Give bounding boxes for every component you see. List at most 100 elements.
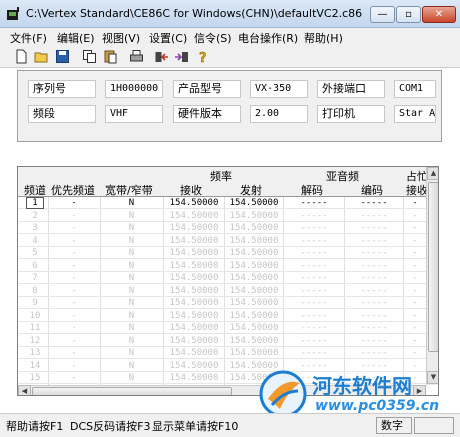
cell-rx[interactable]: 154.50000	[164, 260, 224, 272]
table-row[interactable]: 7- N 154.50000 154.50000 ----- ----- -	[18, 272, 428, 284]
cell-decode[interactable]: -----	[284, 197, 344, 209]
cell-encode[interactable]: -----	[344, 247, 404, 259]
cell-encode[interactable]: -----	[344, 235, 404, 247]
minimize-button[interactable]: —	[370, 6, 395, 23]
cell-encode[interactable]: -----	[344, 260, 404, 272]
cell-busy[interactable]: -	[404, 310, 426, 322]
cell-bandwidth[interactable]: N	[100, 222, 163, 234]
scroll-left-icon[interactable]: ◀	[18, 385, 31, 395]
table-row[interactable]: 2- N 154.50000 154.50000 ----- ----- -	[18, 210, 428, 222]
cell-bandwidth[interactable]: N	[100, 210, 163, 222]
cell-bandwidth[interactable]: N	[100, 322, 163, 334]
cell-bandwidth[interactable]: N	[100, 285, 163, 297]
read-radio-icon[interactable]	[152, 48, 170, 65]
cell-rx[interactable]: 154.50000	[164, 222, 224, 234]
cell-tx[interactable]: 154.50000	[224, 335, 284, 347]
cell-channel[interactable]: 8	[26, 285, 44, 297]
cell-tx[interactable]: 154.50000	[224, 272, 284, 284]
cell-busy[interactable]: -	[404, 197, 426, 209]
cell-tx[interactable]: 154.50000	[224, 297, 284, 309]
cell-priority[interactable]: -	[48, 372, 100, 384]
cell-priority[interactable]: -	[48, 235, 100, 247]
cell-tx[interactable]: 154.50000	[224, 210, 284, 222]
cell-bandwidth[interactable]: N	[100, 235, 163, 247]
cell-channel[interactable]: 14	[26, 360, 44, 372]
cell-encode[interactable]: -----	[344, 297, 404, 309]
help-icon[interactable]: ?	[193, 48, 211, 65]
table-row[interactable]: 5- N 154.50000 154.50000 ----- ----- -	[18, 247, 428, 259]
cell-channel[interactable]: 2	[26, 210, 44, 222]
cell-tx[interactable]: 154.50000	[224, 222, 284, 234]
cell-decode[interactable]: -----	[284, 210, 344, 222]
cell-channel[interactable]: 13	[26, 347, 44, 359]
close-button[interactable]: ✕	[422, 6, 456, 23]
cell-priority[interactable]: -	[48, 247, 100, 259]
cell-decode[interactable]: -----	[284, 260, 344, 272]
cell-encode[interactable]: -----	[344, 335, 404, 347]
cell-rx[interactable]: 154.50000	[164, 335, 224, 347]
table-row[interactable]: 9- N 154.50000 154.50000 ----- ----- -	[18, 297, 428, 309]
cell-channel[interactable]: 15	[26, 372, 44, 384]
cell-priority[interactable]: -	[48, 310, 100, 322]
paste-icon[interactable]	[101, 48, 119, 65]
vertical-scrollbar[interactable]: ▲ ▼	[426, 167, 438, 385]
header-rx[interactable]: 接收	[180, 182, 202, 198]
header-channel[interactable]: 频道	[24, 182, 46, 198]
vertical-scroll-thumb[interactable]	[428, 182, 438, 352]
cell-tx[interactable]: 154.50000	[224, 285, 284, 297]
cell-bandwidth[interactable]: N	[100, 297, 163, 309]
cell-busy[interactable]: -	[404, 285, 426, 297]
cell-priority[interactable]: -	[48, 297, 100, 309]
menu-file[interactable]: 文件(F)	[10, 30, 47, 46]
cell-priority[interactable]: -	[48, 347, 100, 359]
cell-busy[interactable]: -	[404, 222, 426, 234]
menu-settings[interactable]: 设置(C)	[149, 30, 187, 46]
cell-channel[interactable]: 12	[26, 335, 44, 347]
cell-busy[interactable]: -	[404, 335, 426, 347]
cell-decode[interactable]: -----	[284, 297, 344, 309]
cell-channel[interactable]: 5	[26, 247, 44, 259]
cell-tx[interactable]: 154.50000	[224, 310, 284, 322]
cell-rx[interactable]: 154.50000	[164, 347, 224, 359]
cell-rx[interactable]: 154.50000	[164, 272, 224, 284]
cell-priority[interactable]: -	[48, 272, 100, 284]
cell-encode[interactable]: -----	[344, 210, 404, 222]
cell-decode[interactable]: -----	[284, 285, 344, 297]
cell-decode[interactable]: -----	[284, 322, 344, 334]
cell-busy[interactable]: -	[404, 235, 426, 247]
cell-busy[interactable]: -	[404, 210, 426, 222]
cell-channel[interactable]: 10	[26, 310, 44, 322]
menu-help[interactable]: 帮助(H)	[304, 30, 343, 46]
table-row[interactable]: 4- N 154.50000 154.50000 ----- ----- -	[18, 235, 428, 247]
cell-tx[interactable]: 154.50000	[224, 197, 284, 209]
title-bar[interactable]: C:\Vertex Standard\CE86C for Windows(CHN…	[0, 0, 460, 28]
cell-channel[interactable]: 9	[26, 297, 44, 309]
table-row[interactable]: 11- N 154.50000 154.50000 ----- ----- -	[18, 322, 428, 334]
menu-edit[interactable]: 编辑(E)	[57, 30, 95, 46]
cell-bandwidth[interactable]: N	[100, 247, 163, 259]
cell-rx[interactable]: 154.50000	[164, 197, 224, 209]
table-row[interactable]: 1- N 154.50000 154.50000 ----- ----- -	[18, 197, 428, 209]
cell-priority[interactable]: -	[48, 360, 100, 372]
open-icon[interactable]	[32, 48, 50, 65]
cell-tx[interactable]: 154.50000	[224, 247, 284, 259]
cell-bandwidth[interactable]: N	[100, 335, 163, 347]
cell-channel[interactable]: 7	[26, 272, 44, 284]
scroll-down-icon[interactable]: ▼	[427, 371, 438, 384]
cell-bandwidth[interactable]: N	[100, 310, 163, 322]
cell-rx[interactable]: 154.50000	[164, 372, 224, 384]
header-tx[interactable]: 发射	[240, 182, 262, 198]
header-priority[interactable]: 优先频道	[51, 182, 95, 198]
cell-busy[interactable]: -	[404, 260, 426, 272]
cell-decode[interactable]: -----	[284, 222, 344, 234]
table-row[interactable]: 6- N 154.50000 154.50000 ----- ----- -	[18, 260, 428, 272]
maximize-button[interactable]: ▫	[396, 6, 421, 23]
header-encode[interactable]: 编码	[361, 182, 383, 198]
cell-encode[interactable]: -----	[344, 197, 404, 209]
cell-bandwidth[interactable]: N	[100, 197, 163, 209]
scroll-right-icon[interactable]: ▶	[413, 385, 426, 395]
cell-encode[interactable]: -----	[344, 272, 404, 284]
cell-tx[interactable]: 154.50000	[224, 347, 284, 359]
cell-busy[interactable]: -	[404, 297, 426, 309]
cell-bandwidth[interactable]: N	[100, 372, 163, 384]
